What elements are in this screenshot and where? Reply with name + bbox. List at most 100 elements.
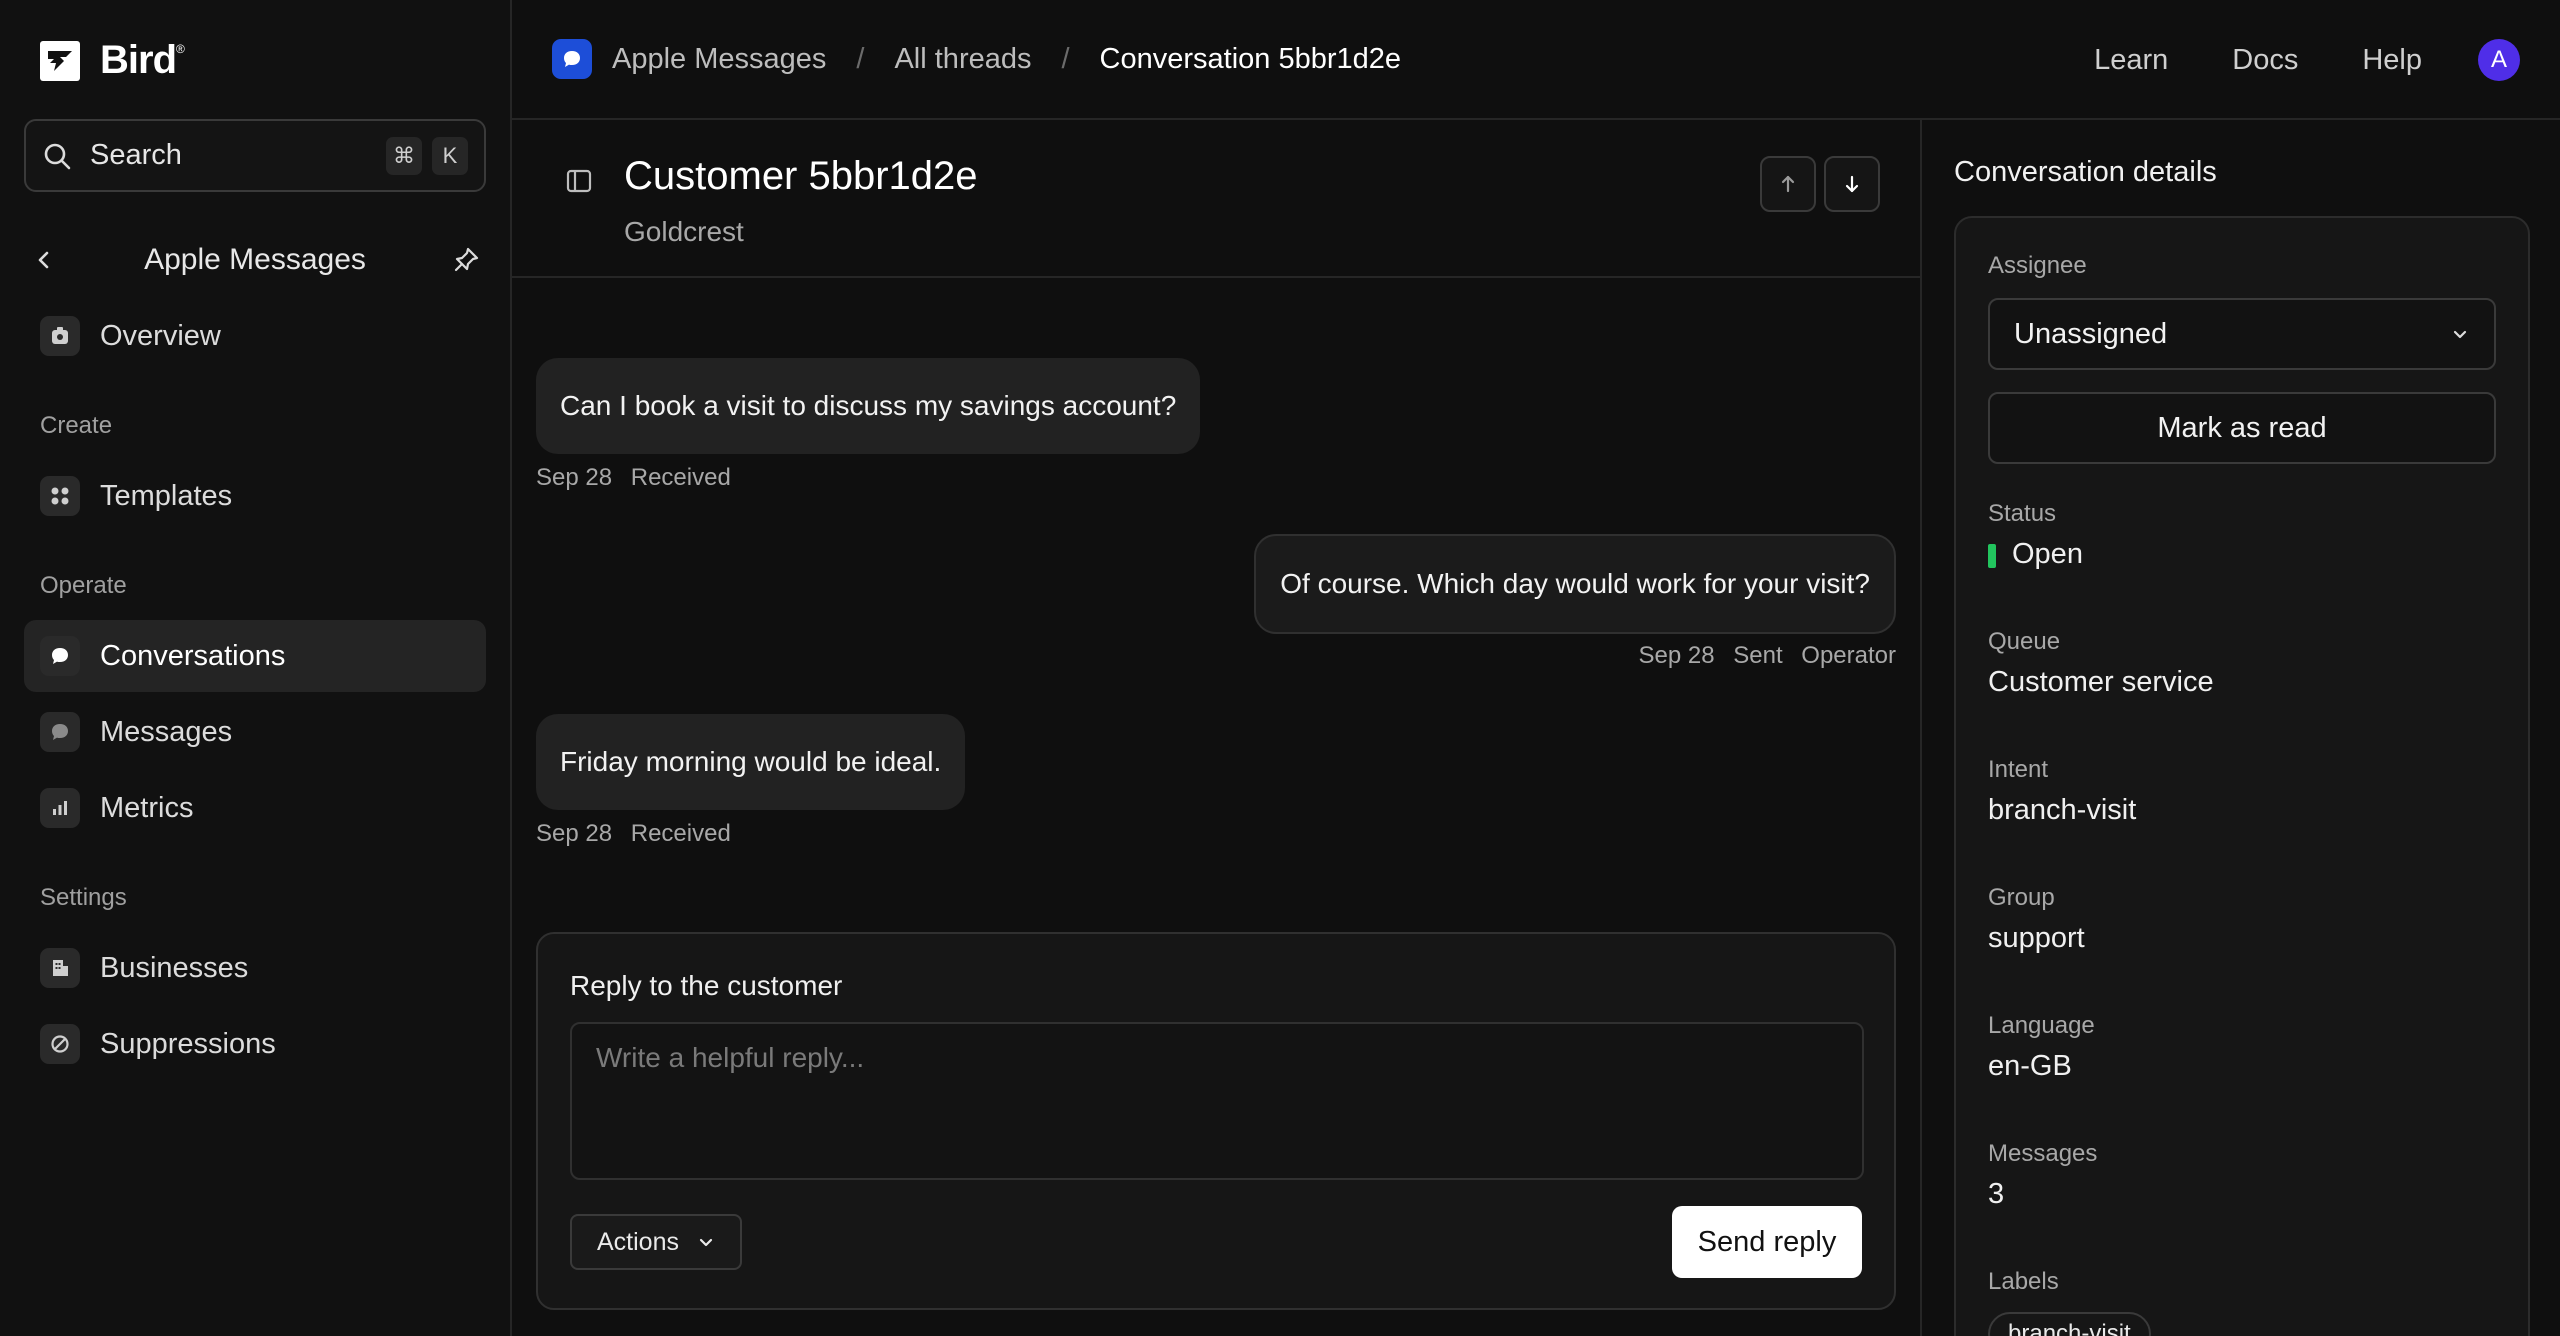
sidebar-item-label: Overview xyxy=(100,319,221,352)
details-card: Assignee Unassigned Mark as read Status … xyxy=(1954,216,2530,1336)
sidebar-item-metrics[interactable]: Metrics xyxy=(24,772,486,844)
language-value: en-GB xyxy=(1988,1050,2072,1082)
message-meta: Sep 28 Received xyxy=(536,820,743,848)
sidebar: Bird® Search ⌘ K Apple Messages Overview… xyxy=(0,0,512,1336)
queue-value: Customer service xyxy=(1988,666,2214,698)
messages-count-value: 3 xyxy=(1988,1178,2005,1210)
breadcrumb-threads[interactable]: All threads xyxy=(894,43,1031,76)
message-meta: Sep 28 Sent Operator xyxy=(1638,642,1896,670)
message-meta: Sep 28 Received xyxy=(536,464,743,492)
intent-label: Intent xyxy=(1988,756,2049,783)
arrow-up-icon xyxy=(1781,175,1795,193)
message-text: Of course. Which day would work for your… xyxy=(1280,568,1870,599)
conversation-pane: Customer 5bbr1d2e Goldcrest Can I book a… xyxy=(512,120,1920,1336)
reply-composer: Reply to the customer Actions Send reply xyxy=(536,932,1896,1310)
suppressions-icon xyxy=(40,1024,80,1064)
sidebar-item-businesses[interactable]: Businesses xyxy=(24,932,486,1004)
app-root: Bird® Search ⌘ K Apple Messages Overview… xyxy=(0,0,2560,1336)
shortcut-k-key: K xyxy=(432,136,468,175)
details-panel: Conversation details Assignee Unassigned… xyxy=(1920,120,2560,1336)
actions-label: Actions xyxy=(597,1227,679,1256)
search-icon xyxy=(44,143,71,169)
avatar[interactable]: A xyxy=(2478,39,2520,81)
templates-icon xyxy=(40,476,80,516)
brand-name: Bird® xyxy=(100,38,185,82)
learn-link[interactable]: Learn xyxy=(2094,44,2168,77)
breadcrumb-current: Conversation 5bbr1d2e xyxy=(1099,42,1402,75)
assignee-label: Assignee xyxy=(1988,252,2087,279)
message-status: Received xyxy=(630,464,731,491)
back-chevron-icon[interactable] xyxy=(24,240,64,280)
message-status: Received xyxy=(630,820,731,847)
apple-messages-icon xyxy=(552,39,592,79)
sidebar-item-templates[interactable]: Templates xyxy=(24,460,486,532)
message-date: Sep 28 xyxy=(536,464,613,491)
sidebar-item-overview[interactable]: Overview xyxy=(24,300,486,372)
businesses-icon xyxy=(40,948,80,988)
brand[interactable]: Bird® xyxy=(40,38,185,83)
bird-logo-icon xyxy=(40,40,80,81)
intent-value: branch-visit xyxy=(1988,794,2137,826)
sidebar-item-label: Templates xyxy=(100,479,233,512)
sidebar-item-messages[interactable]: Messages xyxy=(24,696,486,768)
conversation-subtitle: Goldcrest xyxy=(624,216,744,247)
docs-link[interactable]: Docs xyxy=(2232,44,2298,77)
pin-icon[interactable] xyxy=(446,240,486,280)
message-text: Can I book a visit to discuss my savings… xyxy=(560,390,1177,421)
sidebar-item-label: Conversations xyxy=(100,639,286,672)
conversation-title: Customer 5bbr1d2e xyxy=(624,154,978,198)
group-label-settings: Settings xyxy=(40,884,127,911)
breadcrumb-channel[interactable]: Apple Messages xyxy=(612,43,826,76)
breadcrumb-separator: / xyxy=(856,42,865,75)
group-value: support xyxy=(1988,922,2085,954)
reply-title: Reply to the customer xyxy=(570,970,843,1001)
sidebar-section-title: Apple Messages xyxy=(144,243,366,276)
assignee-select[interactable]: Unassigned xyxy=(1988,298,2496,370)
help-link[interactable]: Help xyxy=(2362,44,2422,77)
labels-label: Labels xyxy=(1988,1268,2059,1295)
send-reply-button[interactable]: Send reply xyxy=(1672,1206,1862,1278)
overview-icon xyxy=(40,316,80,356)
message-text: Friday morning would be ideal. xyxy=(560,746,942,777)
group-label: Group xyxy=(1988,884,2055,911)
chevron-down-icon xyxy=(2453,330,2467,339)
sidebar-item-label: Messages xyxy=(100,715,233,748)
sidebar-toggle-icon[interactable] xyxy=(564,166,594,203)
group-label-operate: Operate xyxy=(40,572,127,599)
previous-conversation-button[interactable] xyxy=(1760,156,1816,212)
queue-label: Queue xyxy=(1988,628,2061,655)
actions-dropdown-button[interactable]: Actions xyxy=(570,1214,742,1270)
reply-input[interactable] xyxy=(570,1022,1864,1180)
shortcut-mod-key: ⌘ xyxy=(386,136,422,175)
messages-icon xyxy=(40,712,80,752)
assignee-value: Unassigned xyxy=(2014,317,2168,350)
top-links: Learn Docs Help A xyxy=(2030,0,2520,120)
messages-count-label: Messages xyxy=(1988,1140,2098,1167)
details-title: Conversation details xyxy=(1954,156,2217,188)
message-bubble-received: Friday morning would be ideal. xyxy=(536,714,966,810)
sidebar-item-conversations[interactable]: Conversations xyxy=(24,620,486,692)
next-conversation-button[interactable] xyxy=(1824,156,1880,212)
message-date: Sep 28 xyxy=(536,820,613,847)
sidebar-item-suppressions[interactable]: Suppressions xyxy=(24,1008,486,1080)
arrow-down-icon xyxy=(1845,175,1859,193)
sidebar-item-label: Suppressions xyxy=(100,1027,276,1060)
status-indicator xyxy=(1988,544,1996,568)
sidebar-item-label: Metrics xyxy=(100,791,194,824)
breadcrumb-separator: / xyxy=(1061,42,1070,75)
conversation-header: Customer 5bbr1d2e Goldcrest xyxy=(512,120,1920,278)
label-chip[interactable]: branch-visit xyxy=(1988,1312,2151,1336)
message-sender: Operator xyxy=(1801,642,1896,669)
search-bar[interactable]: Search ⌘ K xyxy=(24,119,486,192)
top-bar: Apple Messages / All threads / Conversat… xyxy=(512,0,2560,120)
message-bubble-received: Can I book a visit to discuss my savings… xyxy=(536,358,1201,454)
status-value: Open xyxy=(2012,538,2083,570)
mark-as-read-button[interactable]: Mark as read xyxy=(1988,392,2496,464)
metrics-icon xyxy=(40,788,80,828)
search-label: Search xyxy=(90,139,182,171)
sidebar-item-label: Businesses xyxy=(100,951,249,984)
message-bubble-sent: Of course. Which day would work for your… xyxy=(1254,534,1896,634)
group-label-create: Create xyxy=(40,412,113,439)
conversations-icon xyxy=(40,636,80,676)
chevron-down-icon xyxy=(699,1238,713,1247)
